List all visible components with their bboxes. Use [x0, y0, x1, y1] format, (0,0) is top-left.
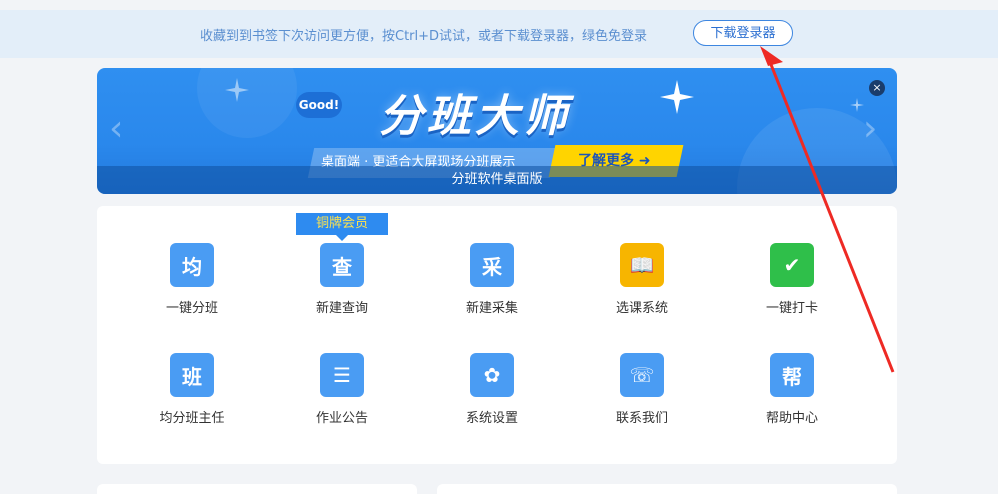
query-icon: 查	[320, 243, 364, 287]
feature-item[interactable]: 查 新建查询	[282, 243, 402, 333]
feature-item[interactable]: ☏ 联系我们	[582, 353, 702, 443]
feature-label: 一键分班	[165, 301, 218, 316]
banner-title: 分班大师	[379, 91, 571, 142]
feature-item[interactable]: 帮 帮助中心	[732, 353, 852, 443]
banner-prev-icon[interactable]: ‹	[109, 108, 123, 149]
bottom-card-right	[437, 484, 897, 494]
bookmark-tip-text: 收藏到到书签下次访问更方便，按Ctrl+D试试，或者下载登录器，绿色免登录	[200, 29, 648, 44]
bookmark-tip-bar: 收藏到到书签下次访问更方便，按Ctrl+D试试，或者下载登录器，绿色免登录 下载…	[0, 10, 998, 58]
feature-item[interactable]: ✔ 一键打卡	[732, 243, 852, 333]
class-icon: 班	[170, 353, 214, 397]
banner-next-icon[interactable]: ›	[863, 108, 877, 149]
feature-item[interactable]: 班 均分班主任	[132, 353, 252, 443]
help-icon: 帮	[770, 353, 814, 397]
feature-label: 选课系统	[615, 301, 668, 316]
feature-panel: 铜牌会员 均 一键分班 查 新建查询 采 新建采集 📖 选课系统 ✔ 一键打卡 …	[97, 206, 897, 464]
feature-label: 新建采集	[465, 301, 518, 316]
feature-label: 均分班主任	[159, 411, 225, 426]
feature-item[interactable]: 采 新建采集	[432, 243, 552, 333]
banner-close-icon[interactable]: ×	[869, 80, 885, 96]
member-badge: 铜牌会员	[296, 213, 388, 241]
document-icon: ☰	[320, 353, 364, 397]
feature-label: 帮助中心	[765, 411, 818, 426]
banner-caption: 分班软件桌面版	[97, 166, 897, 194]
feature-label: 作业公告	[315, 411, 368, 426]
feature-label: 联系我们	[615, 411, 668, 426]
promo-banner[interactable]: Good! 分班大师 桌面端 · 更适合大屏现场分班展示 了解更多 ➜ ‹ › …	[97, 68, 897, 194]
book-icon: 📖	[620, 243, 664, 287]
bottom-card-left	[97, 484, 417, 494]
feature-item[interactable]: 均 一键分班	[132, 243, 252, 333]
collect-icon: 采	[470, 243, 514, 287]
average-icon: 均	[170, 243, 214, 287]
headset-icon: ☏	[620, 353, 664, 397]
feature-label: 一键打卡	[765, 301, 818, 316]
good-speech-bubble: Good!	[296, 92, 342, 118]
calendar-check-icon: ✔	[770, 243, 814, 287]
feature-label: 系统设置	[465, 411, 518, 426]
feature-item[interactable]: ☰ 作业公告	[282, 353, 402, 443]
gear-icon: ✿	[470, 353, 514, 397]
feature-label: 新建查询	[315, 301, 368, 316]
feature-item[interactable]: 📖 选课系统	[582, 243, 702, 333]
download-launcher-button[interactable]: 下载登录器	[693, 20, 793, 46]
feature-item[interactable]: ✿ 系统设置	[432, 353, 552, 443]
